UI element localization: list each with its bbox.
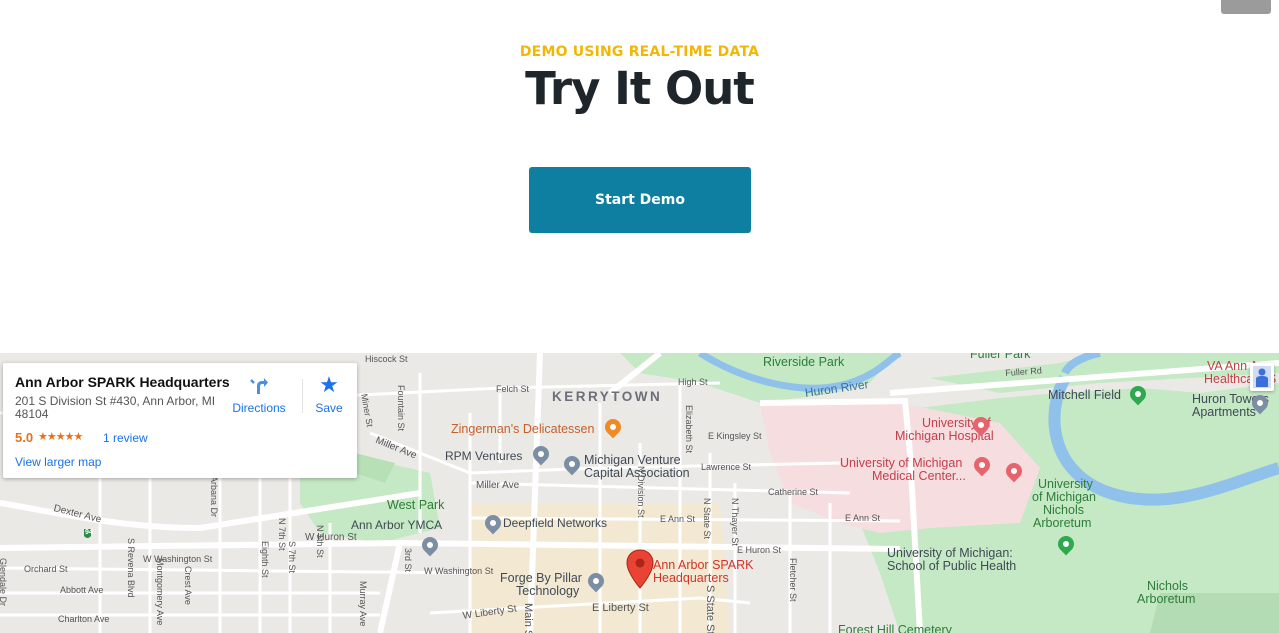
save-label: Save — [315, 401, 343, 415]
street-label-ann-2: E Ann St — [845, 513, 881, 523]
card-divider — [302, 379, 303, 413]
street-label-huron-e: E Huron St — [737, 545, 782, 555]
reviews-link[interactable]: 1 review — [103, 431, 148, 445]
street-label-ann: E Ann St — [660, 514, 696, 524]
start-demo-button[interactable]: Start Demo — [529, 167, 751, 233]
street-label-s-state: S State St — [704, 585, 716, 633]
street-label-miller-ave-2: Miller Ave — [476, 480, 520, 491]
street-label-eighth: Eighth St — [260, 541, 270, 578]
view-larger-map-link[interactable]: View larger map — [15, 455, 101, 469]
street-label-lawrence: Lawrence St — [701, 462, 752, 472]
place-label-forge-1: Forge By Pillar — [500, 571, 582, 585]
street-label-catherine: Catherine St — [768, 487, 819, 497]
place-label-mvca-1: Michigan Venture — [584, 453, 681, 467]
place-label-forest-hill: Forest Hill Cemetery — [838, 623, 952, 633]
street-label-abbott: Abbott Ave — [60, 585, 104, 595]
place-label-sph-1: University of Michigan: — [887, 546, 1013, 560]
street-label-washington-w-2: W Washington St — [424, 566, 494, 576]
embedded-map[interactable]: Hiscock St Felch St High St Fuller Rd Mi… — [0, 353, 1279, 633]
street-label-crest: Crest Ave — [183, 566, 193, 605]
park-label-fuller: Fuller Park — [970, 353, 1031, 361]
directions-button[interactable]: Directions — [228, 373, 290, 418]
directions-label: Directions — [232, 401, 286, 415]
street-label-n-state: N State St — [702, 498, 712, 540]
street-label-n5th: N 5th St — [315, 525, 325, 558]
place-label-huron-towers-2: Apartments — [1192, 405, 1256, 419]
section-title: Try It Out — [525, 62, 755, 115]
place-label-sph-2: School of Public Health — [887, 559, 1017, 573]
street-label-hiscock: Hiscock St — [365, 354, 408, 364]
place-label-forge-2: Technology — [516, 584, 580, 598]
street-label-murray: Murray Ave — [358, 581, 368, 627]
rating-value: 5.0 — [15, 430, 34, 445]
place-label-nichols-1: Nichols — [1147, 579, 1188, 593]
demo-section: DEMO USING REAL-TIME DATA Try It Out Sta… — [0, 0, 1279, 353]
street-label-high: High St — [678, 377, 708, 387]
pegman-icon — [1253, 366, 1271, 388]
location-marker-icon[interactable] — [626, 549, 654, 589]
place-label-um-arb-1: University — [1038, 477, 1093, 491]
street-label-n7th: N 7th St — [277, 518, 287, 551]
place-label-rpm: RPM Ventures — [445, 449, 523, 463]
street-label-fletcher: Fletcher St — [788, 558, 798, 602]
street-label-glendale: Glendale Dr — [0, 558, 8, 607]
street-label-n-thayer: N Thayer St — [730, 498, 740, 546]
street-label-fountain: Fountain St — [396, 385, 406, 432]
place-label-zingermans: Zingerman's Delicatessen — [451, 422, 595, 436]
place-label-um-medical-1: University of Michigan — [840, 456, 963, 470]
save-button[interactable]: ★ Save — [308, 373, 350, 418]
street-label-3rd: 3rd St — [403, 548, 413, 573]
street-label-felch: Felch St — [496, 384, 530, 394]
place-label-deepfield: Deepfield Networks — [503, 516, 608, 530]
park-label-riverside: Riverside Park — [763, 355, 845, 369]
place-label-um-medical-2: Medical Center... — [872, 469, 966, 483]
place-label-um-arb-3: Nichols — [1043, 503, 1084, 517]
street-label-montgomery: Montgomery Ave — [155, 558, 165, 626]
place-label-um-arb-2: of Michigan — [1032, 490, 1096, 504]
directions-arrow-icon — [250, 378, 268, 394]
street-label-arbana: Arbana Dr — [209, 476, 219, 518]
street-label-charlton: Charlton Ave — [58, 614, 110, 624]
street-label-elizabeth: Elizabeth St — [684, 405, 694, 454]
street-label-main: Main St — [522, 603, 534, 633]
street-label-liberty-e: E Liberty St — [592, 602, 649, 614]
street-label-huron-w: W Huron St — [305, 532, 357, 543]
place-label-mvca-2: Capital Association — [584, 466, 690, 480]
rating-stars-icon: ★★★★★ — [38, 431, 83, 443]
place-label-ymca: Ann Arbor YMCA — [351, 518, 443, 532]
neighborhood-label: KERRYTOWN — [552, 389, 663, 404]
park-label-west: West Park — [387, 498, 445, 512]
interstate-94-shield: 94 — [85, 529, 93, 536]
place-info-card: Ann Arbor SPARK Headquarters 201 S Divis… — [3, 363, 357, 478]
place-label-mitchell-field: Mitchell Field — [1048, 388, 1121, 402]
star-icon: ★ — [319, 372, 339, 397]
section-eyebrow: DEMO USING REAL-TIME DATA — [519, 44, 760, 60]
street-label-s7th: S 7th St — [287, 541, 297, 574]
place-address: 201 S Division St #430, Ann Arbor, MI 48… — [15, 394, 216, 421]
street-label-washington-w: W Washington St — [143, 554, 213, 564]
street-view-pegman-button[interactable] — [1250, 363, 1274, 391]
place-label-nichols-2: Arboretum — [1137, 592, 1196, 606]
street-label-orchard: Orchard St — [24, 564, 68, 574]
place-label-um-arb-4: Arboretum — [1033, 516, 1092, 530]
street-label-kingsley: E Kingsley St — [708, 431, 762, 441]
marker-label: Ann Arbor SPARK Headquarters — [653, 558, 754, 585]
street-label-s-revena: S Revena Blvd — [126, 538, 136, 598]
place-name: Ann Arbor SPARK Headquarters — [15, 374, 230, 390]
